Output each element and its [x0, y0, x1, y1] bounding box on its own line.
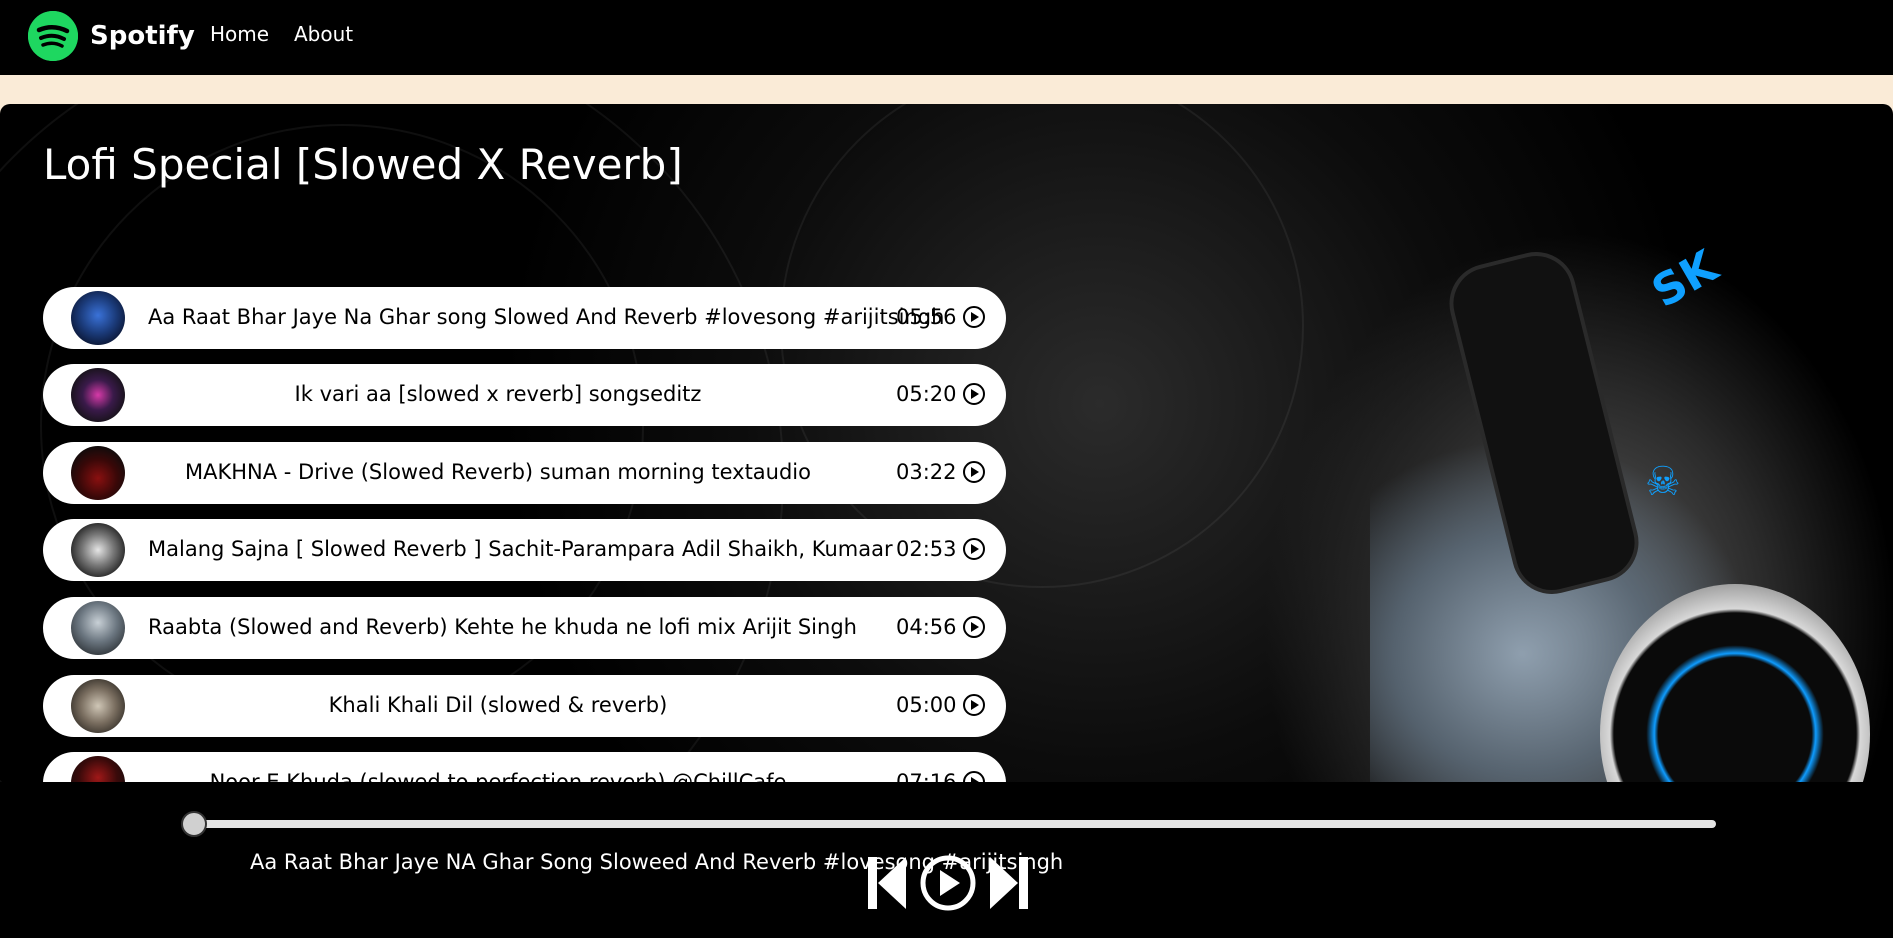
skull-icon: ☠	[1645, 459, 1681, 505]
song-title: Malang Sajna [ Slowed Reverb ] Sachit-Pa…	[148, 537, 893, 561]
song-duration-text: 02:53	[896, 537, 957, 561]
song-item[interactable]: Khali Khali Dil (slowed & reverb) 05:00	[43, 675, 1006, 737]
song-title: Ik vari aa [slowed x reverb] songseditz	[294, 382, 702, 406]
song-thumbnail	[71, 523, 125, 577]
play-circle-icon[interactable]	[962, 306, 985, 328]
song-thumbnail	[71, 679, 125, 733]
brand-name: Spotify	[90, 21, 195, 51]
nav-home-link[interactable]: Home	[210, 22, 269, 46]
play-icon[interactable]	[918, 855, 978, 911]
playlist-title: Lofi Special [Slowed X Reverb]	[43, 140, 683, 189]
song-duration-text: 05:20	[896, 382, 957, 406]
next-icon[interactable]	[988, 855, 1030, 911]
song-item[interactable]: Raabta (Slowed and Reverb) Kehte he khud…	[43, 597, 1006, 659]
spotify-logo-icon	[28, 11, 78, 61]
song-item[interactable]: Aa Raat Bhar Jaye Na Ghar song Slowed An…	[43, 287, 1006, 349]
song-duration-text: 03:22	[896, 460, 957, 484]
song-thumbnail	[71, 446, 125, 500]
play-circle-icon[interactable]	[962, 616, 985, 638]
play-circle-icon[interactable]	[962, 538, 985, 560]
song-item[interactable]: Malang Sajna [ Slowed Reverb ] Sachit-Pa…	[43, 519, 1006, 581]
song-duration-text: 05:56	[896, 305, 957, 329]
song-duration: 05:20	[896, 382, 985, 406]
song-title: MAKHNA - Drive (Slowed Reverb) suman mor…	[185, 460, 811, 484]
song-item[interactable]: MAKHNA - Drive (Slowed Reverb) suman mor…	[43, 442, 1006, 504]
song-duration: 02:53	[896, 537, 985, 561]
progress-slider-thumb[interactable]	[181, 811, 207, 837]
play-circle-icon[interactable]	[962, 694, 985, 716]
nav-about-link[interactable]: About	[294, 22, 353, 46]
song-thumbnail	[71, 291, 125, 345]
progress-slider[interactable]	[194, 820, 1716, 828]
song-title: Aa Raat Bhar Jaye Na Ghar song Slowed An…	[148, 305, 945, 329]
navbar: Spotify Home About	[0, 0, 1893, 75]
song-duration-text: 05:00	[896, 693, 957, 717]
song-item[interactable]: Ik vari aa [slowed x reverb] songseditz …	[43, 364, 1006, 426]
song-duration-text: 04:56	[896, 615, 957, 639]
song-duration: 04:56	[896, 615, 985, 639]
previous-icon[interactable]	[866, 855, 908, 911]
song-duration: 05:00	[896, 693, 985, 717]
headphone-brand-mark: SK	[1643, 240, 1727, 319]
brand[interactable]: Spotify	[28, 10, 195, 62]
song-thumbnail	[71, 601, 125, 655]
song-duration: 03:22	[896, 460, 985, 484]
play-circle-icon[interactable]	[962, 383, 985, 405]
song-title: Khali Khali Dil (slowed & reverb)	[328, 693, 668, 717]
song-title: Raabta (Slowed and Reverb) Kehte he khud…	[148, 615, 857, 639]
song-duration: 05:56	[896, 305, 985, 329]
song-thumbnail	[71, 368, 125, 422]
play-circle-icon[interactable]	[962, 461, 985, 483]
